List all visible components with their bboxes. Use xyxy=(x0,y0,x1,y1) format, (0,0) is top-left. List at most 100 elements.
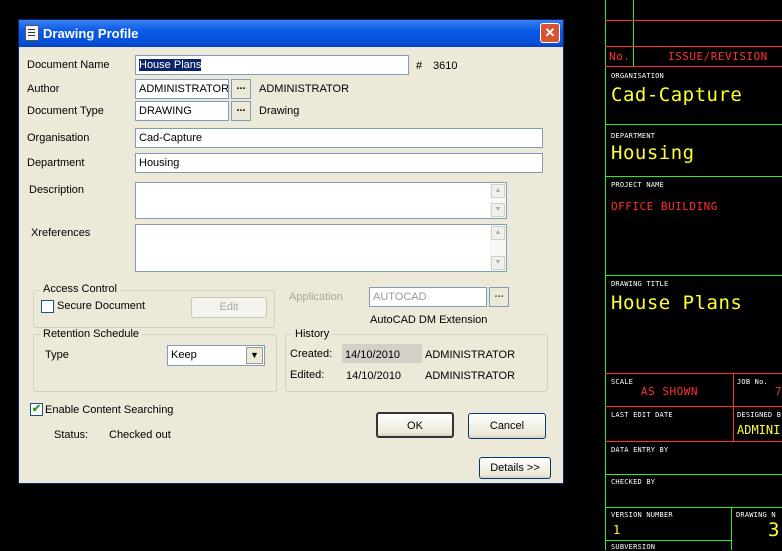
history-group xyxy=(285,334,548,392)
department-field[interactable]: Housing xyxy=(135,153,543,173)
cancel-button[interactable]: Cancel xyxy=(468,413,546,439)
document-type-label: Document Type xyxy=(27,105,104,117)
retention-schedule-title: Retention Schedule xyxy=(40,328,143,340)
cad-drawing-no-value: 3 xyxy=(768,519,780,541)
scroll-down-icon[interactable]: ▼ xyxy=(491,203,505,217)
application-label: Application xyxy=(289,291,343,303)
content-search-label: Enable Content Searching xyxy=(45,404,174,416)
edit-button[interactable]: Edit xyxy=(191,297,267,318)
organisation-label: Organisation xyxy=(27,132,90,144)
dialog-body: Document Name House Plans # 3610 Author … xyxy=(19,47,563,484)
application-extension: AutoCAD DM Extension xyxy=(370,314,488,326)
xreferences-scrollbar[interactable]: ▲ ▼ xyxy=(490,225,506,271)
author-field[interactable]: ADMINISTRATOR xyxy=(135,79,229,99)
cad-divider xyxy=(605,20,782,21)
cad-no-label: No. xyxy=(609,50,631,63)
cad-scale-value: AS SHOWN xyxy=(641,385,698,398)
content-search-checkbox[interactable]: ✔ xyxy=(30,403,43,416)
cad-data-entry-label: DATA ENTRY BY xyxy=(611,446,669,454)
document-number: 3610 xyxy=(433,60,458,72)
document-type-display: Drawing xyxy=(259,105,300,117)
xreferences-label: Xreferences xyxy=(31,227,91,239)
retention-type-select[interactable]: Keep ▼ xyxy=(167,345,265,366)
cad-designed-label: DESIGNED B xyxy=(737,411,782,419)
status-label: Status: xyxy=(54,429,89,441)
details-button[interactable]: Details >> xyxy=(479,457,551,479)
application-browse-button[interactable]: ... xyxy=(489,287,509,307)
description-label: Description xyxy=(29,184,85,196)
cad-divider xyxy=(605,507,782,508)
document-type-browse-button[interactable]: ... xyxy=(231,101,251,121)
scroll-up-icon[interactable]: ▲ xyxy=(491,184,505,198)
title-bar[interactable]: Drawing Profile ✕ xyxy=(19,20,563,47)
document-name-label: Document Name xyxy=(27,59,110,71)
application-field[interactable]: AUTOCAD xyxy=(369,287,487,307)
cad-version-label: VERSION NUMBER xyxy=(611,511,673,519)
edited-date: 14/10/2010 xyxy=(346,370,402,382)
document-name-field[interactable]: House Plans xyxy=(135,55,409,75)
cad-version-value: 1 xyxy=(613,523,621,537)
drawing-profile-dialog: Drawing Profile ✕ Document Name House Pl… xyxy=(18,19,564,484)
access-control-title: Access Control xyxy=(40,283,120,295)
cad-divider xyxy=(605,406,782,407)
edited-label: Edited: xyxy=(290,369,325,381)
cad-divider xyxy=(605,124,782,125)
cad-drawing-no-label: DRAWING N xyxy=(736,511,776,519)
retention-type-label: Type xyxy=(45,349,69,361)
department-label: Department xyxy=(27,157,85,169)
document-type-field[interactable]: DRAWING xyxy=(135,101,229,121)
description-textarea[interactable]: ▲ ▼ xyxy=(135,182,507,219)
cad-drawing-title-value: House Plans xyxy=(611,292,743,314)
cad-divider xyxy=(605,66,782,67)
cad-scale-label: SCALE xyxy=(611,378,634,386)
description-scrollbar[interactable]: ▲ ▼ xyxy=(490,183,506,218)
cad-title-block: No. ISSUE/REVISION ORGANISATION Cad-Capt… xyxy=(603,0,782,551)
scroll-up-icon[interactable]: ▲ xyxy=(491,226,505,240)
ok-button[interactable]: OK xyxy=(376,412,454,438)
cad-project-value: OFFICE BUILDING xyxy=(611,200,718,213)
secure-document-checkbox[interactable] xyxy=(41,300,54,313)
cad-divider xyxy=(633,0,634,66)
chevron-down-icon[interactable]: ▼ xyxy=(246,347,263,364)
cad-last-edit-label: LAST EDIT DATE xyxy=(611,411,673,419)
cad-divider xyxy=(605,474,782,475)
created-label: Created: xyxy=(290,348,333,360)
author-browse-button[interactable]: ... xyxy=(231,79,251,99)
cad-job-label: JOB No. xyxy=(737,378,768,386)
status-value: Checked out xyxy=(109,429,171,441)
cad-designed-value: ADMINI xyxy=(737,423,781,437)
cad-divider xyxy=(605,275,782,276)
retention-type-value: Keep xyxy=(171,349,197,361)
cad-divider xyxy=(733,373,734,441)
cad-divider xyxy=(605,46,782,47)
cad-drawing-title-label: DRAWING TITLE xyxy=(611,280,669,288)
cad-organisation-value: Cad-Capture xyxy=(611,84,743,106)
cad-project-label: PROJECT NAME xyxy=(611,181,664,189)
secure-document-label: Secure Document xyxy=(57,300,146,312)
cad-divider xyxy=(731,507,732,550)
document-icon xyxy=(25,25,39,41)
cad-divider xyxy=(605,373,782,374)
history-title: History xyxy=(292,328,333,340)
created-by: ADMINISTRATOR xyxy=(425,349,516,361)
author-label: Author xyxy=(27,83,60,95)
number-prefix: # xyxy=(416,60,423,72)
cad-divider xyxy=(605,441,782,442)
cad-organisation-label: ORGANISATION xyxy=(611,72,664,80)
organisation-field[interactable]: Cad-Capture xyxy=(135,128,543,148)
xreferences-textarea[interactable]: ▲ ▼ xyxy=(135,224,507,272)
cad-issue-label: ISSUE/REVISION xyxy=(668,50,768,63)
cad-divider xyxy=(605,176,782,177)
close-button[interactable]: ✕ xyxy=(540,23,560,43)
author-display: ADMINISTRATOR xyxy=(259,83,350,95)
document-name-value: House Plans xyxy=(139,59,202,71)
scroll-down-icon[interactable]: ▼ xyxy=(491,256,505,270)
cad-job-value: 7 xyxy=(775,385,782,398)
edited-by: ADMINISTRATOR xyxy=(425,370,516,382)
cad-divider xyxy=(605,540,731,541)
dialog-title: Drawing Profile xyxy=(43,26,139,41)
cad-department-label: DEPARTMENT xyxy=(611,132,656,140)
cad-checked-label: CHECKED BY xyxy=(611,478,656,486)
created-date: 14/10/2010 xyxy=(345,349,401,361)
cad-department-value: Housing xyxy=(611,142,695,164)
